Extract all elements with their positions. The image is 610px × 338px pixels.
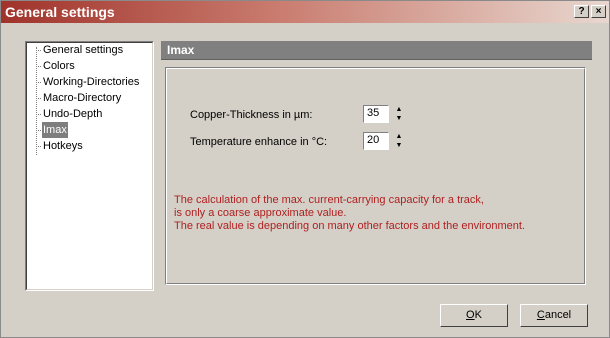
settings-tree[interactable]: General settings Colors Working-Director… xyxy=(25,41,154,291)
tree-item-label: Hotkeys xyxy=(43,140,83,152)
tree-item-label: Working-Directories xyxy=(43,76,140,88)
tree-item-label: Imax xyxy=(42,122,68,138)
ok-mnemonic: O xyxy=(466,309,475,321)
tree-item-label: Macro-Directory xyxy=(43,92,122,104)
tree-connector-line xyxy=(36,47,37,155)
help-button[interactable]: ? xyxy=(574,5,589,18)
imax-panel: Imax Copper-Thickness in µm: 35 ▲ ▼ Temp… xyxy=(161,41,592,291)
note-line: is only a coarse approximate value. xyxy=(174,207,347,219)
temperature-input[interactable]: 20 xyxy=(363,132,389,150)
spin-up-icon[interactable]: ▲ xyxy=(392,105,406,114)
panel-title: Imax xyxy=(167,43,195,57)
note-line: The calculation of the max. current-carr… xyxy=(174,194,484,206)
copper-thickness-input[interactable]: 35 xyxy=(363,105,389,123)
temperature-spinner[interactable]: ▲ ▼ xyxy=(392,132,406,150)
tree-item-label: Colors xyxy=(43,60,75,72)
window-title: General settings xyxy=(5,4,115,20)
close-button[interactable]: × xyxy=(591,5,606,18)
tree-item-label: Undo-Depth xyxy=(43,108,103,120)
spin-down-icon[interactable]: ▼ xyxy=(392,114,406,123)
note-line: The real value is depending on many othe… xyxy=(174,220,525,232)
spin-up-icon[interactable]: ▲ xyxy=(392,132,406,141)
spin-down-icon[interactable]: ▼ xyxy=(392,141,406,150)
tree-item-label: General settings xyxy=(43,44,124,56)
copper-thickness-label: Copper-Thickness in µm: xyxy=(190,109,313,121)
panel-header: Imax xyxy=(161,41,592,60)
copper-thickness-spinner[interactable]: ▲ ▼ xyxy=(392,105,406,123)
settings-frame: Copper-Thickness in µm: 35 ▲ ▼ Temperatu… xyxy=(165,67,586,285)
title-bar[interactable]: General settings ? × xyxy=(1,1,609,23)
cancel-label-rest: ancel xyxy=(544,309,572,321)
cancel-mnemonic: C xyxy=(536,309,545,321)
ok-label-rest: K xyxy=(474,309,482,321)
temperature-label: Temperature enhance in °C: xyxy=(190,136,328,148)
imax-note: The calculation of the max. current-carr… xyxy=(174,194,574,233)
ok-button[interactable]: OK xyxy=(440,304,508,327)
cancel-button[interactable]: Cancel xyxy=(520,304,588,327)
settings-dialog: General settings ? × General settings Co… xyxy=(0,0,610,338)
